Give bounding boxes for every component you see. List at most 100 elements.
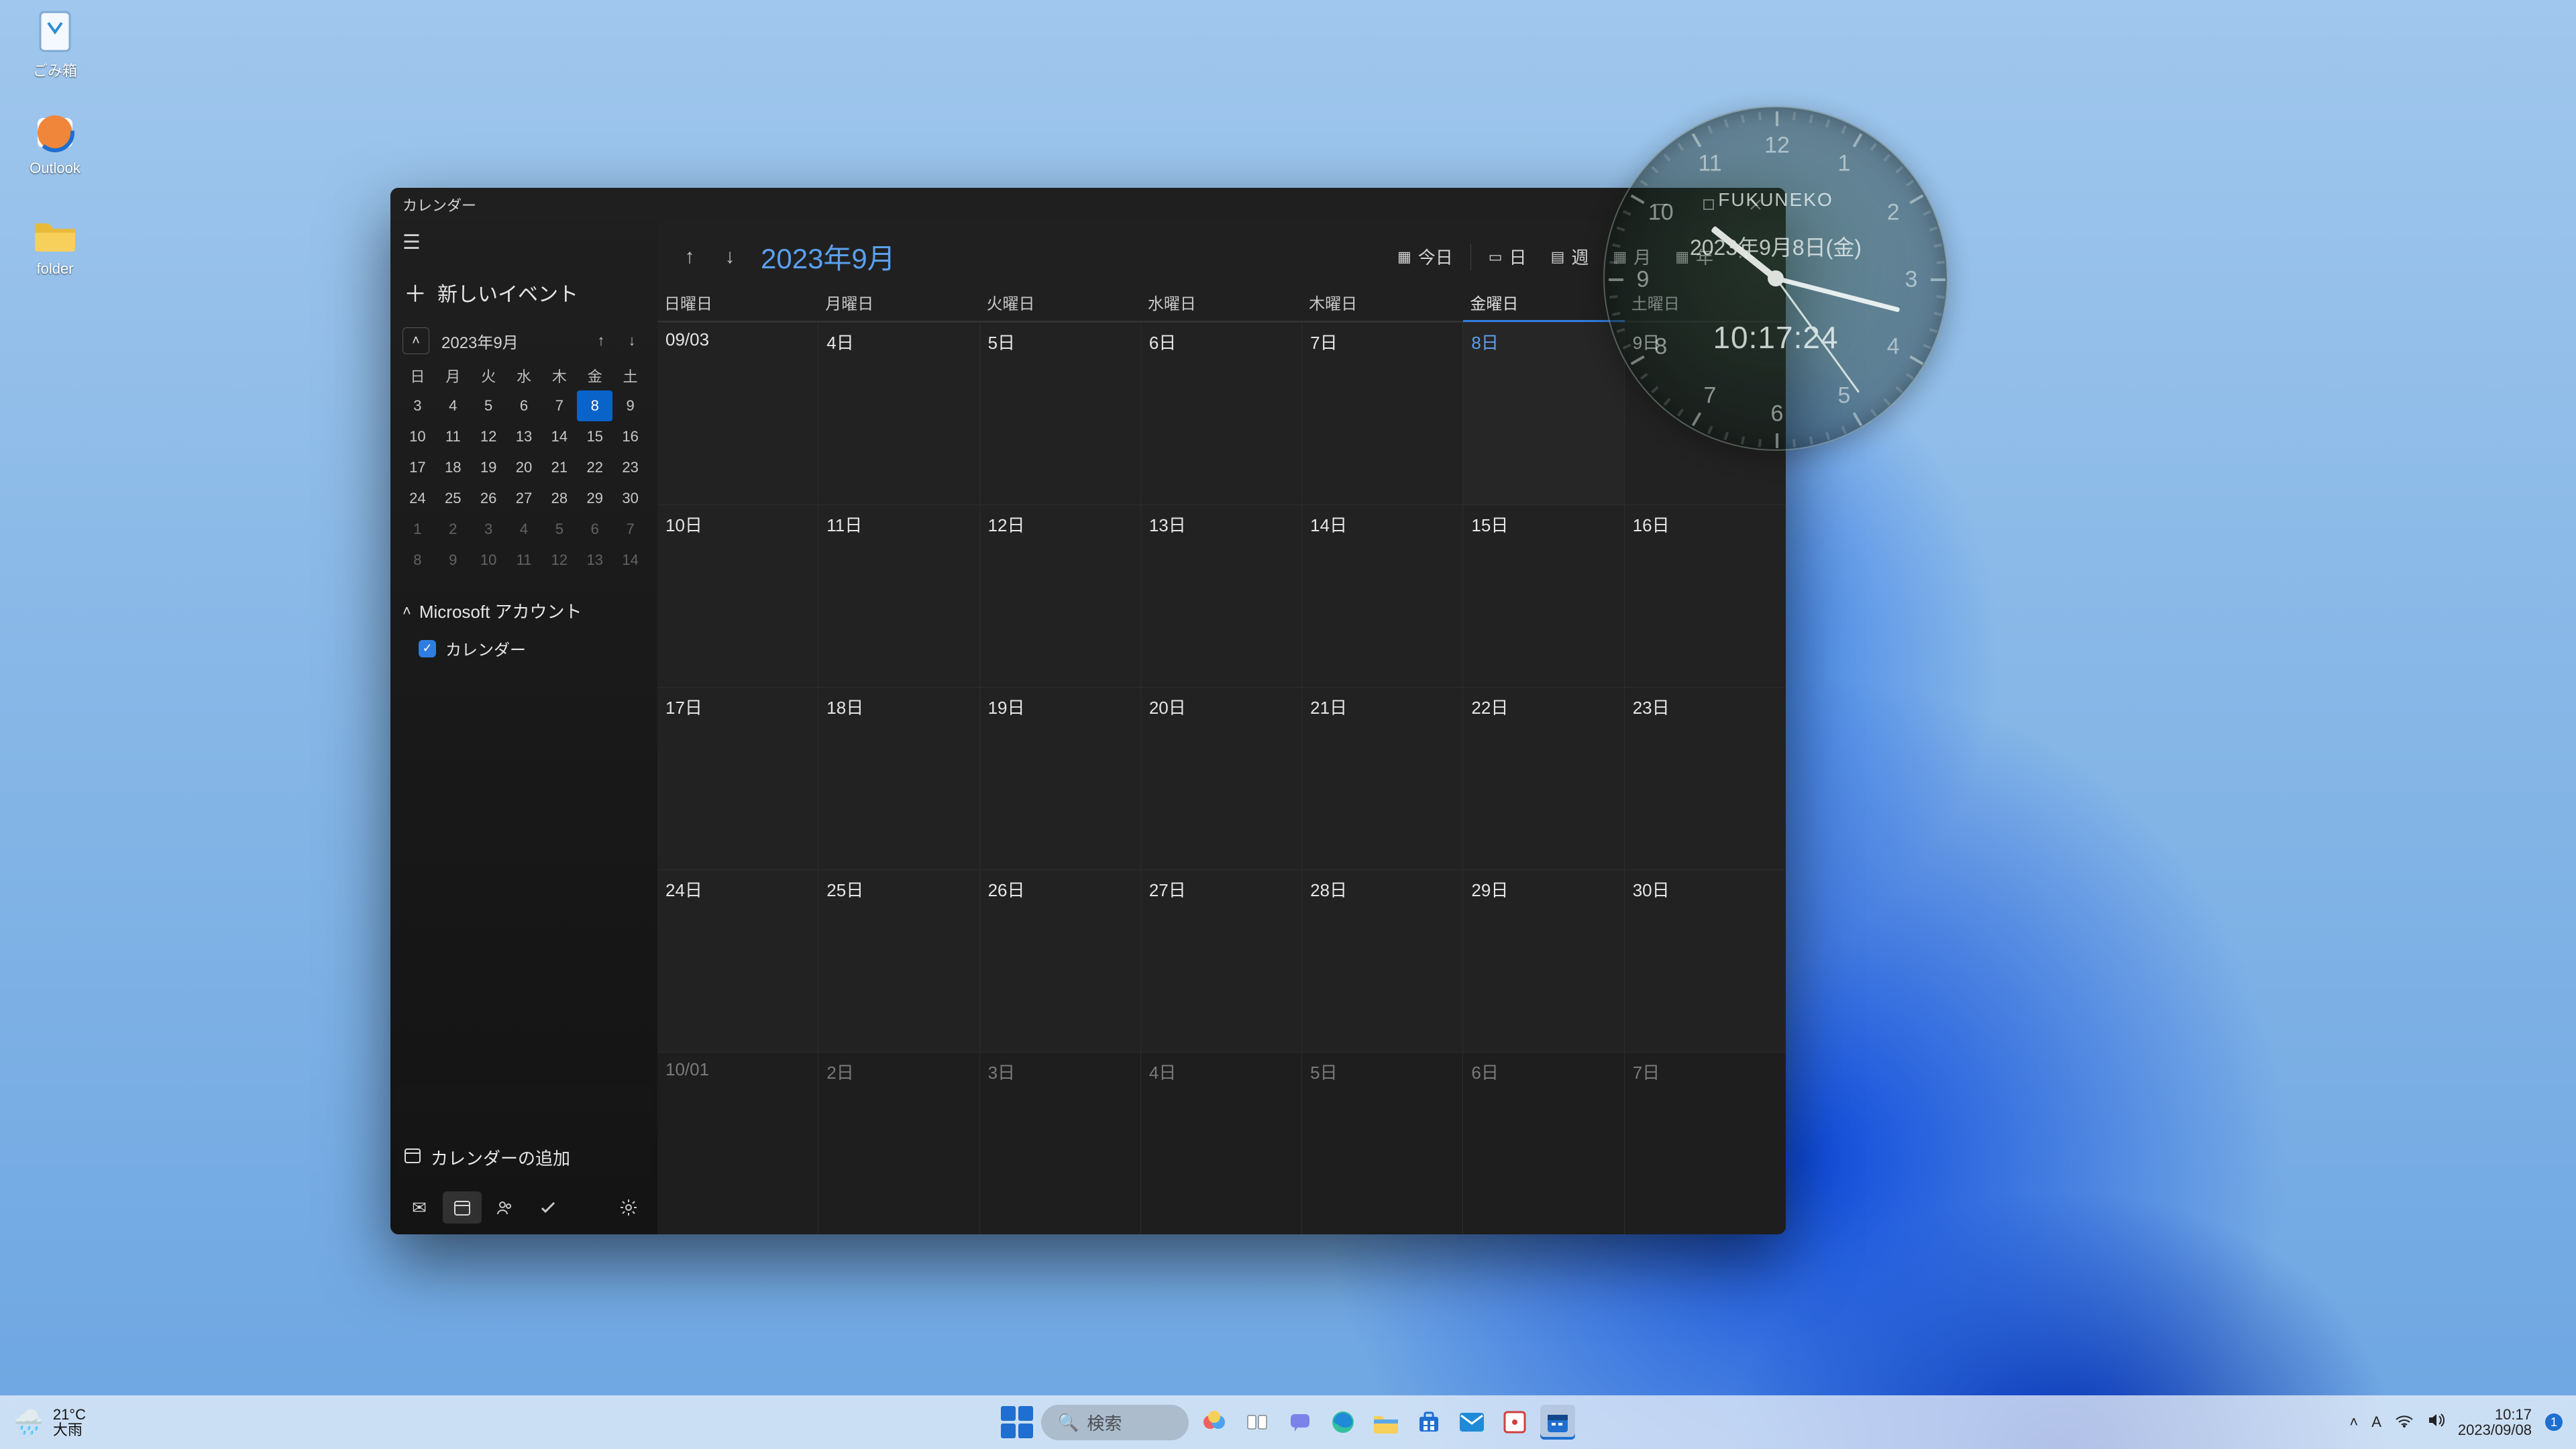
day-cell[interactable]: 14日 [1302, 504, 1463, 687]
day-cell[interactable]: 6日 [1141, 322, 1302, 504]
mini-day[interactable]: 9 [435, 545, 471, 576]
mini-day[interactable]: 10 [400, 421, 435, 452]
mini-day[interactable]: 13 [577, 545, 612, 576]
tray-wifi-icon[interactable] [2395, 1413, 2414, 1432]
new-event-button[interactable]: ＋ 新しいイベント [390, 264, 657, 322]
mini-day[interactable]: 11 [506, 545, 542, 576]
mini-day[interactable]: 15 [577, 421, 612, 452]
calendar-button[interactable] [443, 1191, 482, 1224]
accounts-toggle[interactable]: ˄ Microsoft アカウント [402, 598, 645, 623]
mini-day[interactable]: 27 [506, 483, 542, 514]
day-cell[interactable]: 3日 [980, 1052, 1141, 1234]
mini-day[interactable]: 11 [435, 421, 471, 452]
day-cell[interactable]: 8日 [1463, 322, 1624, 504]
mini-day[interactable]: 22 [577, 452, 612, 483]
taskbar-app-store[interactable] [1411, 1405, 1446, 1440]
mini-day[interactable]: 10 [471, 545, 506, 576]
day-cell[interactable]: 13日 [1141, 504, 1302, 687]
day-cell[interactable]: 4日 [818, 322, 979, 504]
desktop-icon-folder[interactable]: folder [8, 209, 102, 303]
add-calendar-button[interactable]: カレンダーの追加 [390, 1132, 657, 1183]
hamburger-button[interactable]: ☰ [390, 221, 657, 264]
mini-day[interactable]: 29 [577, 483, 612, 514]
mini-day[interactable]: 19 [471, 452, 506, 483]
day-cell[interactable]: 29日 [1463, 869, 1624, 1052]
day-cell[interactable]: 4日 [1141, 1052, 1302, 1234]
mini-day[interactable]: 23 [612, 452, 648, 483]
mini-day[interactable]: 18 [435, 452, 471, 483]
day-cell[interactable]: 5日 [980, 322, 1141, 504]
todo-button[interactable] [529, 1191, 568, 1224]
next-month-button[interactable]: ↓ [712, 239, 747, 274]
taskbar-app-calendar[interactable] [1540, 1405, 1575, 1440]
day-cell[interactable]: 09/03 [657, 322, 818, 504]
day-cell[interactable]: 25日 [818, 869, 979, 1052]
mini-day[interactable]: 30 [612, 483, 648, 514]
mini-day[interactable]: 8 [577, 390, 612, 421]
taskbar-app-explorer[interactable] [1368, 1405, 1403, 1440]
mini-day[interactable]: 14 [541, 421, 577, 452]
tray-ime[interactable]: A [2371, 1413, 2381, 1431]
taskbar-app-edge[interactable] [1326, 1405, 1360, 1440]
prev-month-button[interactable]: ↑ [672, 239, 707, 274]
taskbar-search[interactable]: 🔍 検索 [1041, 1405, 1189, 1440]
tray-overflow-button[interactable]: ˄ [2349, 1413, 2358, 1431]
day-cell[interactable]: 10日 [657, 504, 818, 687]
desktop-icon-outlook[interactable]: Outlook [8, 109, 102, 203]
mini-day[interactable]: 9 [612, 390, 648, 421]
mini-cal-collapse-button[interactable]: ˄ [402, 327, 429, 354]
day-cell[interactable]: 2日 [818, 1052, 979, 1234]
day-cell[interactable]: 10/01 [657, 1052, 818, 1234]
mini-day[interactable]: 14 [612, 545, 648, 576]
mini-day[interactable]: 17 [400, 452, 435, 483]
mini-day[interactable]: 21 [541, 452, 577, 483]
day-cell[interactable]: 20日 [1141, 687, 1302, 869]
mini-day[interactable]: 6 [506, 390, 542, 421]
taskbar-app-taskview[interactable] [1240, 1405, 1275, 1440]
checkbox-checked-icon[interactable]: ✓ [419, 640, 436, 657]
day-cell[interactable]: 7日 [1302, 322, 1463, 504]
view-today-button[interactable]: ▦ 今日 [1385, 237, 1465, 276]
desktop-icon-recycle-bin[interactable]: ごみ箱 [8, 8, 102, 102]
day-cell[interactable]: 21日 [1302, 687, 1463, 869]
mini-day[interactable]: 24 [400, 483, 435, 514]
day-cell[interactable]: 6日 [1463, 1052, 1624, 1234]
day-cell[interactable]: 11日 [818, 504, 979, 687]
mini-day[interactable]: 6 [577, 514, 612, 545]
window-titlebar[interactable]: カレンダー [390, 188, 1786, 221]
mini-day[interactable]: 3 [400, 390, 435, 421]
mini-day[interactable]: 12 [541, 545, 577, 576]
mini-day[interactable]: 13 [506, 421, 542, 452]
view-week-button[interactable]: ▤ 週 [1539, 237, 1601, 276]
day-cell[interactable]: 17日 [657, 687, 818, 869]
day-cell[interactable]: 22日 [1463, 687, 1624, 869]
mini-day[interactable]: 1 [400, 514, 435, 545]
mini-cal-next-button[interactable]: ↓ [619, 327, 645, 354]
mini-day[interactable]: 8 [400, 545, 435, 576]
settings-button[interactable] [609, 1191, 648, 1224]
mini-day[interactable]: 4 [435, 390, 471, 421]
mini-day[interactable]: 4 [506, 514, 542, 545]
tray-volume-icon[interactable] [2427, 1412, 2445, 1432]
mini-day[interactable]: 12 [471, 421, 506, 452]
mini-day[interactable]: 5 [471, 390, 506, 421]
mini-day[interactable]: 25 [435, 483, 471, 514]
mini-day[interactable]: 2 [435, 514, 471, 545]
mini-day[interactable]: 26 [471, 483, 506, 514]
day-cell[interactable]: 28日 [1302, 869, 1463, 1052]
view-day-button[interactable]: ▭ 日 [1477, 237, 1539, 276]
day-cell[interactable]: 26日 [980, 869, 1141, 1052]
taskbar-app-copilot[interactable] [1197, 1405, 1232, 1440]
people-button[interactable] [486, 1191, 525, 1224]
day-cell[interactable]: 23日 [1625, 687, 1786, 869]
mini-day[interactable]: 28 [541, 483, 577, 514]
day-cell[interactable]: 15日 [1463, 504, 1624, 687]
mini-day[interactable]: 7 [612, 514, 648, 545]
calendar-account-item[interactable]: ✓ カレンダー [402, 623, 645, 660]
tray-clock[interactable]: 10:17 2023/09/08 [2458, 1407, 2532, 1438]
analog-clock-gadget[interactable]: 123456789101112 FUKUNEKO 2023年9月8日(金) 10… [1603, 106, 1948, 451]
day-cell[interactable]: 5日 [1302, 1052, 1463, 1234]
taskbar-app-mail[interactable] [1454, 1405, 1489, 1440]
day-cell[interactable]: 19日 [980, 687, 1141, 869]
day-cell[interactable]: 30日 [1625, 869, 1786, 1052]
